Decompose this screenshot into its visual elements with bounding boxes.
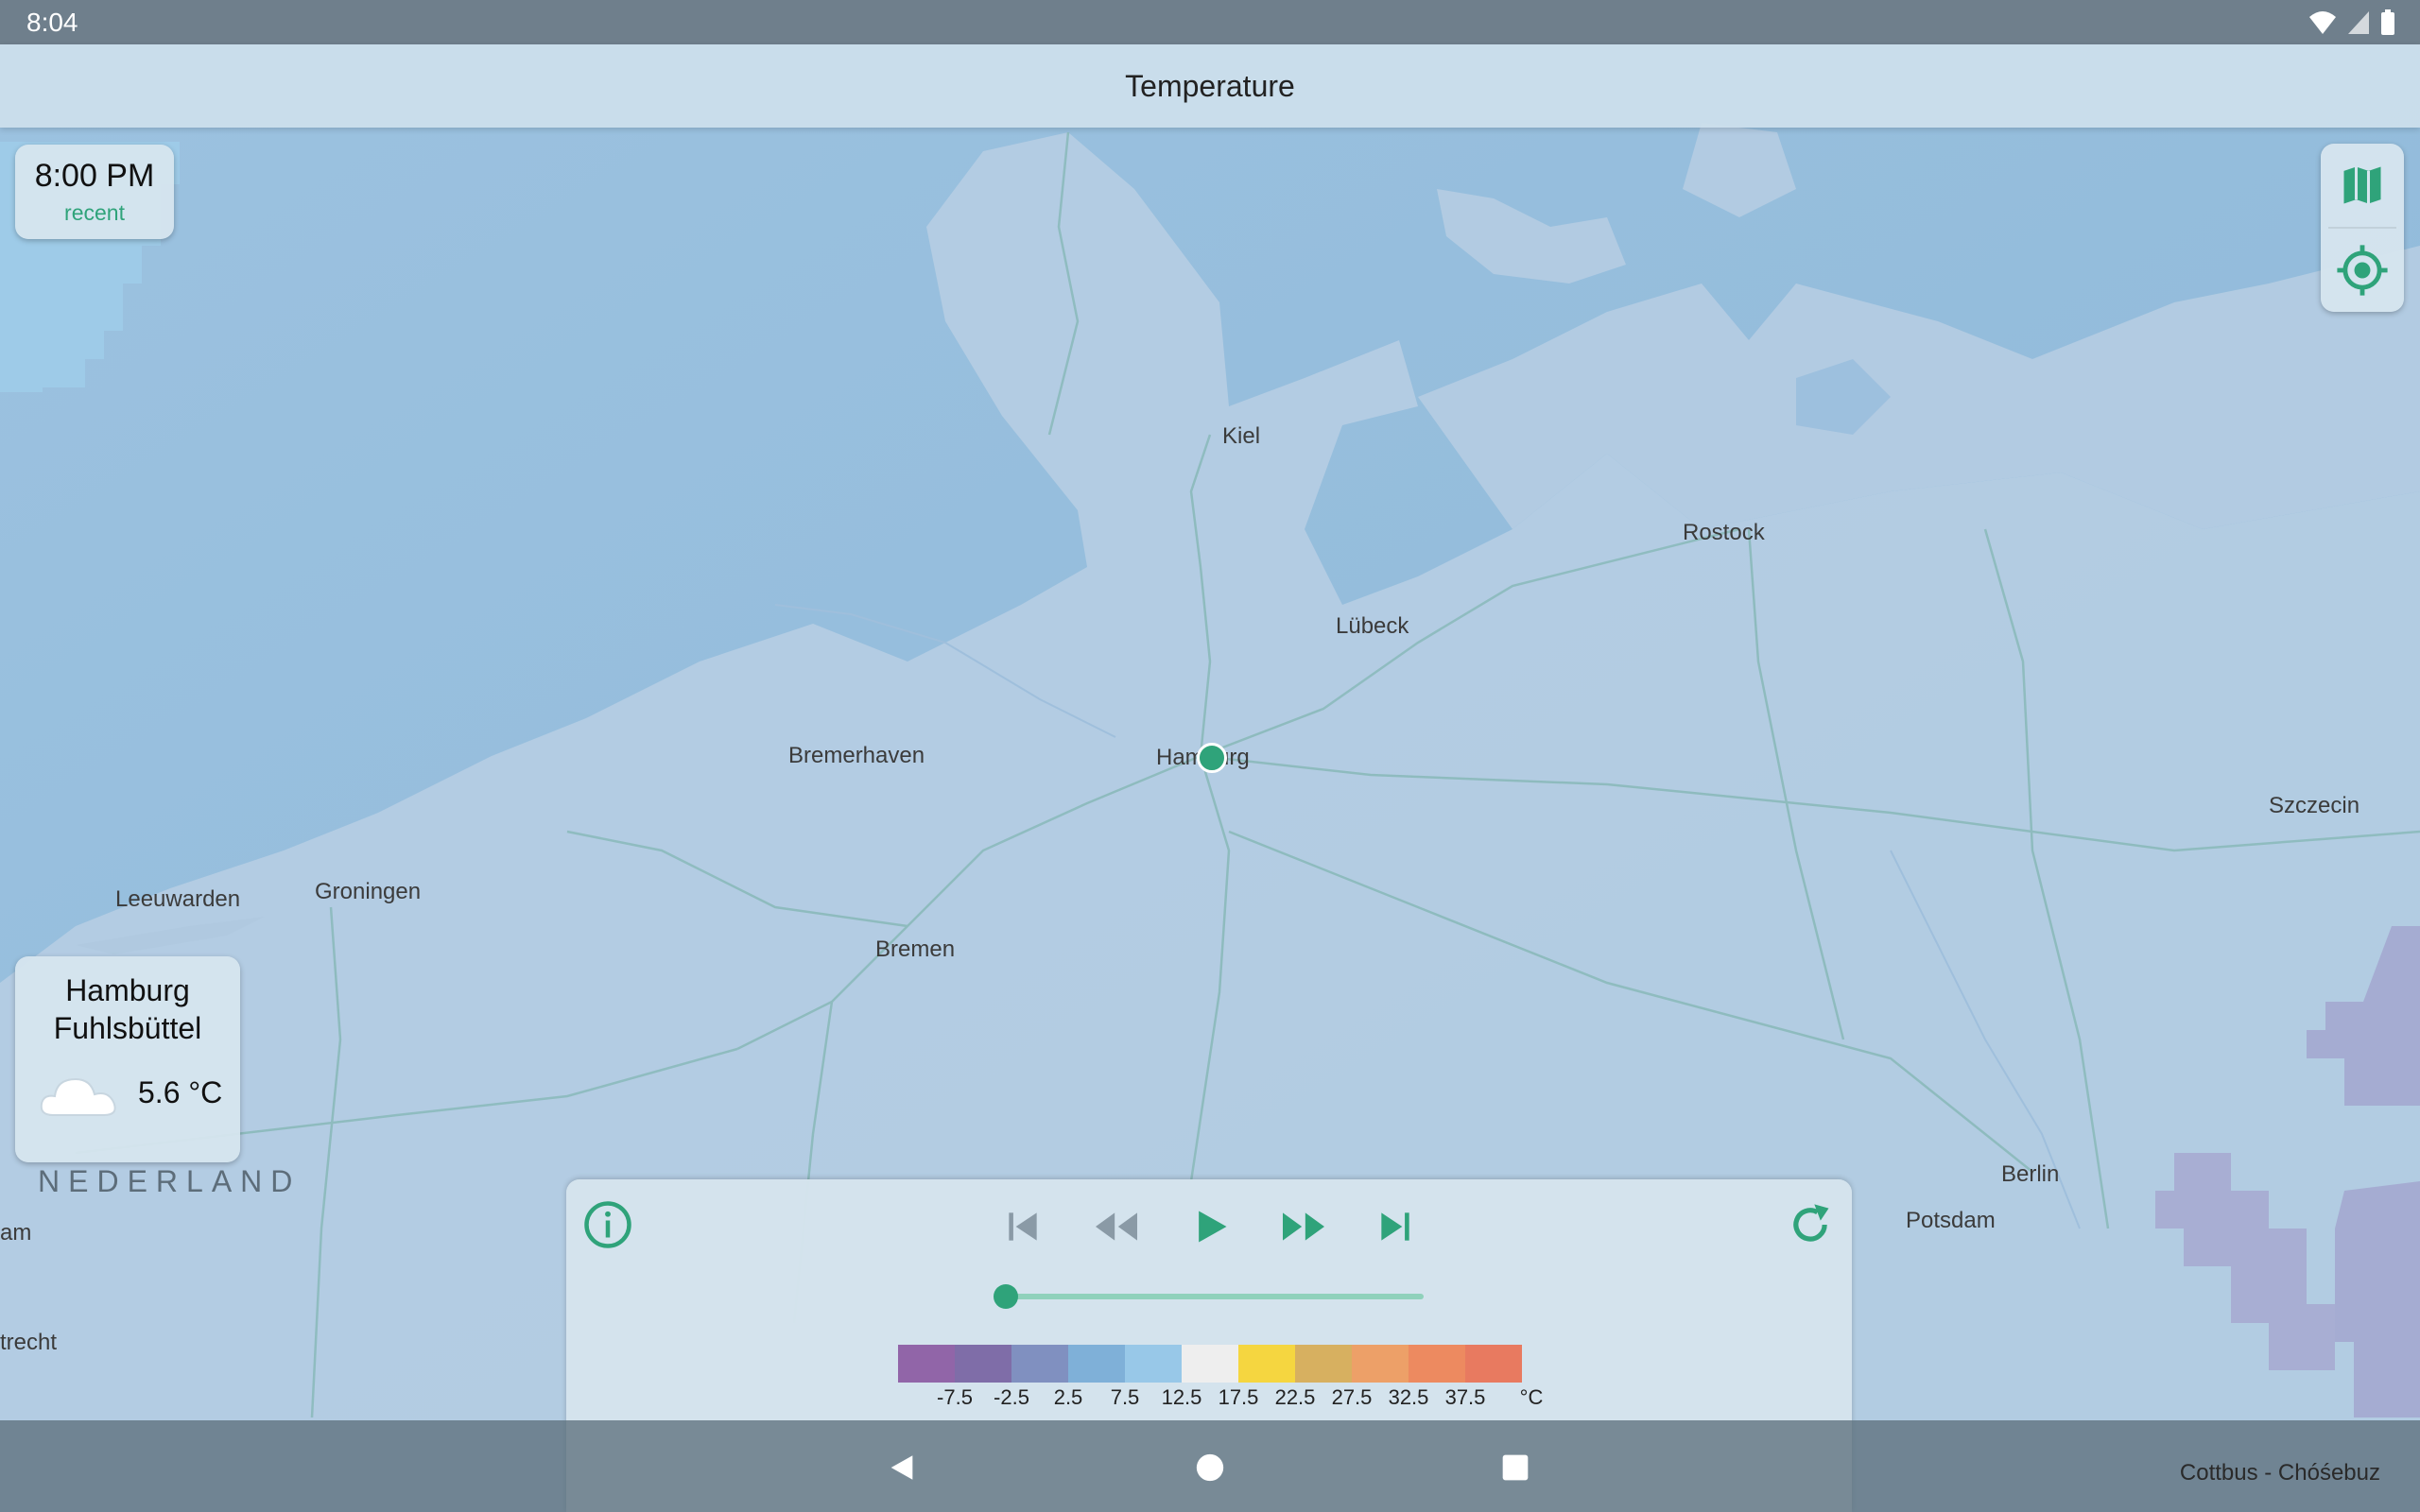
back-icon xyxy=(890,1455,913,1480)
station-card[interactable]: Hamburg Fuhlsbüttel 5.6 °C xyxy=(15,956,240,1162)
skip-to-start-button[interactable] xyxy=(993,1196,1053,1257)
city-label-bremerhaven: Bremerhaven xyxy=(788,743,925,768)
skip-to-end-button[interactable] xyxy=(1365,1196,1426,1257)
legend-label: 17.5 xyxy=(1218,1385,1259,1409)
rewind-icon xyxy=(1096,1212,1137,1241)
legend-label: 32.5 xyxy=(1388,1385,1429,1409)
refresh-icon xyxy=(1793,1204,1829,1242)
status-time: 8:04 xyxy=(26,8,78,37)
legend-label: 2.5 xyxy=(1053,1385,1083,1409)
time-card[interactable]: 8:00 PM recent xyxy=(15,145,174,239)
timeline-slider-thumb[interactable] xyxy=(994,1284,1018,1309)
city-label-kiel: Kiel xyxy=(1222,423,1261,449)
country-label: NEDERLAND xyxy=(38,1164,302,1198)
city-label-amsterdam-partial: am xyxy=(0,1220,32,1246)
refresh-button[interactable] xyxy=(1780,1194,1841,1255)
wifi-icon xyxy=(2309,11,2336,34)
recents-button[interactable] xyxy=(1487,1439,1544,1496)
temperature-legend xyxy=(898,1345,1522,1383)
fast-forward-icon xyxy=(1283,1212,1324,1241)
legend-label: -2.5 xyxy=(994,1385,1029,1409)
city-label-utrecht-partial: trecht xyxy=(0,1330,58,1355)
time-status: recent xyxy=(64,200,125,225)
legend-swatch xyxy=(1295,1345,1352,1383)
recents-icon xyxy=(1502,1454,1529,1481)
app-bar: Temperature xyxy=(0,44,2420,128)
skip-to-end-icon xyxy=(1381,1212,1409,1241)
legend-swatch xyxy=(1409,1345,1465,1383)
legend-label: 7.5 xyxy=(1110,1385,1140,1409)
legend-label: 12.5 xyxy=(1161,1385,1202,1409)
legend-swatch xyxy=(1465,1345,1522,1383)
fast-forward-button[interactable] xyxy=(1273,1196,1334,1257)
cloud-icon xyxy=(40,1077,116,1116)
city-label-luebeck: Lübeck xyxy=(1336,613,1409,639)
legend-unit: °C xyxy=(1519,1385,1544,1409)
timeline-slider[interactable] xyxy=(1006,1294,1424,1299)
city-label-groningen: Groningen xyxy=(315,879,422,904)
time-value: 8:00 PM xyxy=(34,158,155,194)
legend-swatch xyxy=(1238,1345,1295,1383)
page-title: Temperature xyxy=(1125,69,1295,103)
city-label-szczecin: Szczecin xyxy=(2269,793,2360,818)
info-button[interactable] xyxy=(578,1194,638,1255)
city-label-bremen: Bremen xyxy=(875,936,956,962)
status-bar: 8:04 xyxy=(0,0,2420,44)
legend-label: 27.5 xyxy=(1331,1385,1373,1409)
legend-swatch xyxy=(955,1345,1011,1383)
home-button[interactable] xyxy=(1182,1439,1238,1496)
back-button[interactable] xyxy=(873,1439,930,1496)
legend-swatch xyxy=(1125,1345,1182,1383)
station-temperature: 5.6 °C xyxy=(138,1075,223,1109)
map-attribution: Cottbus - Chóśebuz xyxy=(2179,1460,2380,1486)
location-marker[interactable] xyxy=(1197,743,1227,773)
legend-swatch xyxy=(1068,1345,1125,1383)
station-name-line1: Hamburg xyxy=(65,973,190,1007)
legend-label: -7.5 xyxy=(937,1385,973,1409)
my-location-button[interactable] xyxy=(2321,229,2404,312)
home-icon xyxy=(1196,1453,1224,1482)
info-icon xyxy=(584,1201,631,1248)
battery-icon xyxy=(2381,9,2394,35)
legend-swatch xyxy=(1011,1345,1068,1383)
legend-swatch xyxy=(1352,1345,1409,1383)
navigation-bar xyxy=(0,1420,2420,1512)
crosshair-icon xyxy=(2337,245,2388,296)
map-layers-button[interactable] xyxy=(2321,144,2404,227)
map-icon xyxy=(2343,166,2381,204)
legend-swatch xyxy=(1182,1345,1238,1383)
play-button[interactable] xyxy=(1181,1196,1241,1257)
city-label-potsdam: Potsdam xyxy=(1906,1208,1996,1233)
map-tools xyxy=(2321,144,2404,312)
temperature-legend-labels: -7.5 -2.5 2.5 7.5 12.5 17.5 22.5 27.5 32.5 37.5 °C xyxy=(898,1385,1560,1414)
city-label-rostock: Rostock xyxy=(1683,520,1765,545)
skip-to-start-icon xyxy=(1009,1212,1037,1241)
legend-swatch xyxy=(898,1345,955,1383)
play-icon xyxy=(1199,1211,1227,1243)
legend-label: 37.5 xyxy=(1444,1385,1486,1409)
legend-label: 22.5 xyxy=(1274,1385,1316,1409)
signal-icon xyxy=(2348,11,2369,34)
city-label-leeuwarden: Leeuwarden xyxy=(115,886,241,912)
rewind-button[interactable] xyxy=(1086,1196,1147,1257)
station-name-line2: Fuhlsbüttel xyxy=(53,1011,202,1045)
city-label-berlin: Berlin xyxy=(2001,1161,2060,1187)
